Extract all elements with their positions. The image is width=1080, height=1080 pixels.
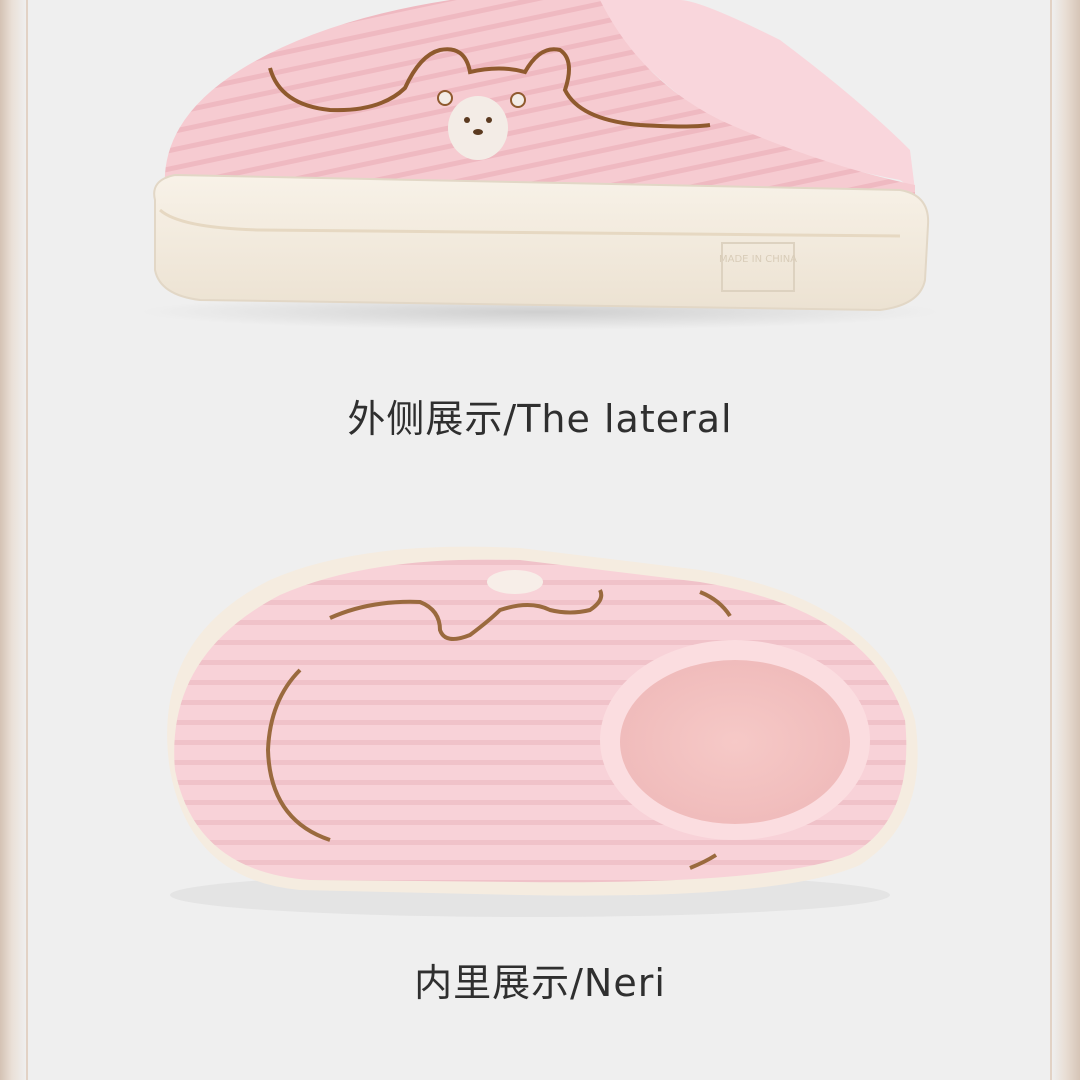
bear-nose xyxy=(473,129,483,135)
slipper-top-view-image xyxy=(167,546,918,917)
bear-eye-left xyxy=(464,117,470,123)
side-sole xyxy=(153,173,930,312)
sole-label-text: MADE IN CHINA xyxy=(719,254,797,265)
slipper-side-view-image: MADE IN CHINA xyxy=(140,0,940,330)
caption-lateral: 外侧展示/The lateral xyxy=(347,397,733,441)
caption-neri: 内里展示/Neri xyxy=(414,961,666,1005)
top-bear-ears xyxy=(487,570,543,594)
bear-face xyxy=(448,96,508,160)
page-frame: MADE IN CHINA 外侧展示/The lateral 内里展示/Neri xyxy=(0,0,1080,1080)
top-insole xyxy=(620,660,850,824)
bear-ear-left xyxy=(437,90,453,106)
bear-eye-right xyxy=(486,117,492,123)
bear-ear-right xyxy=(510,92,526,108)
